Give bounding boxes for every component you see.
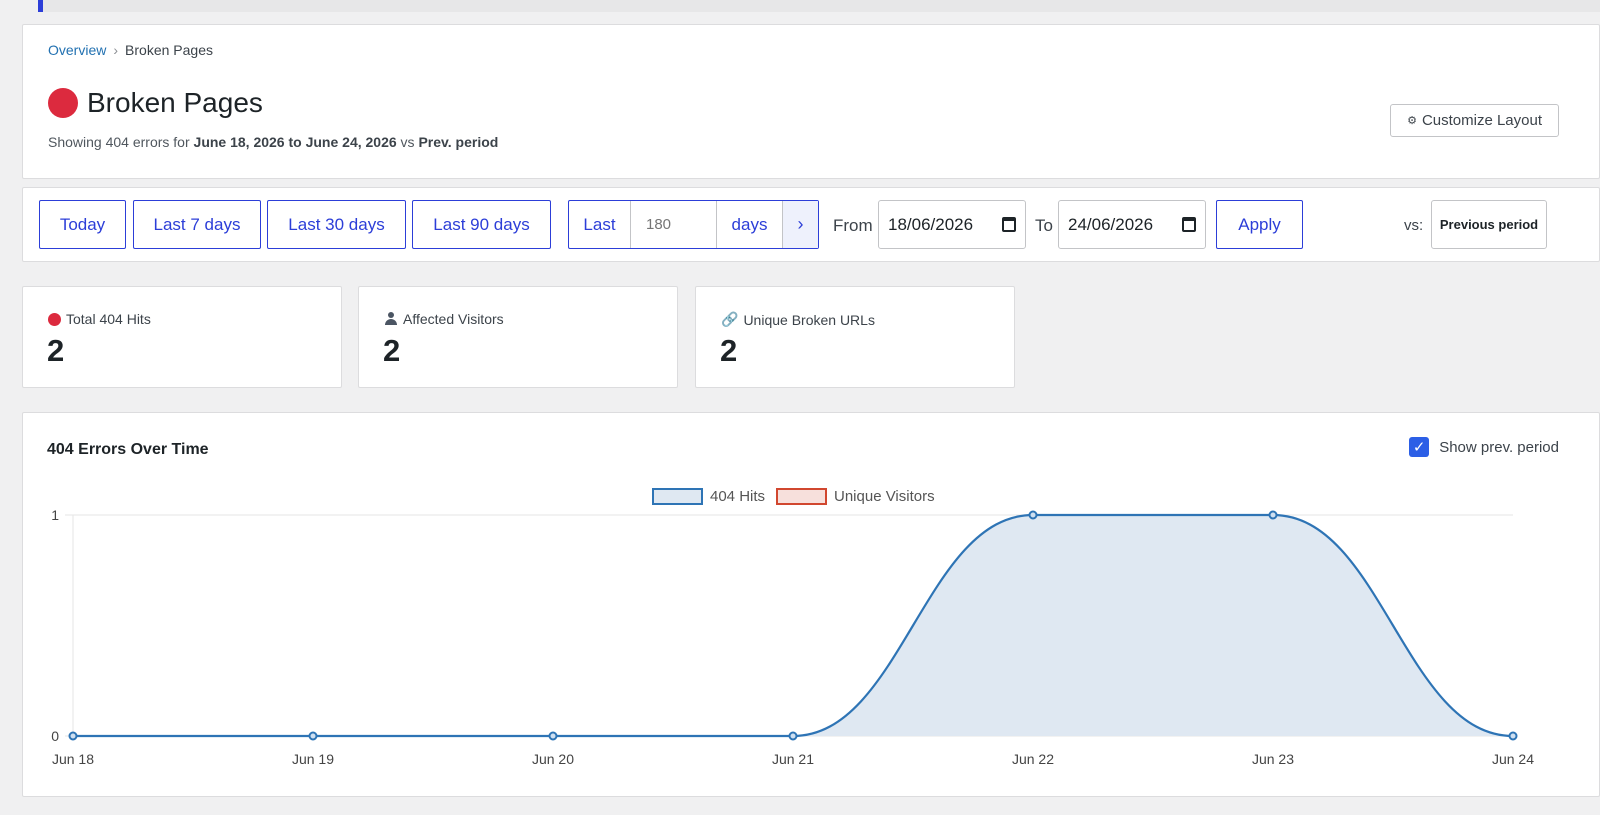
data-point [1508, 731, 1518, 741]
stat-label: Total 404 Hits [66, 311, 151, 327]
x-tick-label: Jun 23 [1252, 751, 1294, 767]
subtitle-compare-period: Prev. period [418, 134, 499, 150]
from-date-input[interactable]: 18/06/2026 [878, 200, 1026, 249]
page-title: Broken Pages [48, 87, 263, 119]
x-tick-label: Jun 19 [292, 751, 334, 767]
last-30-days-button[interactable]: Last 30 days [267, 200, 406, 249]
show-prev-period-toggle[interactable]: ✓ Show prev. period [1409, 437, 1559, 457]
breadcrumb-separator: › [113, 42, 119, 58]
data-point [788, 731, 798, 741]
stat-value: 2 [720, 333, 738, 368]
stat-label: Unique Broken URLs [743, 311, 875, 328]
from-date-value: 18/06/2026 [888, 214, 974, 234]
chart-title: 404 Errors Over Time [47, 441, 209, 458]
stat-label-row: Total 404 Hits [48, 311, 151, 327]
series-area [73, 515, 1513, 736]
data-point [308, 731, 318, 741]
show-prev-period-label: Show prev. period [1439, 438, 1559, 456]
to-date-input[interactable]: 24/06/2026 [1058, 200, 1206, 249]
gear-icon: ⚙ [1407, 115, 1417, 127]
data-point [1268, 510, 1278, 520]
breadcrumb-current: Broken Pages [125, 42, 213, 58]
custom-range-days-label: days [717, 201, 783, 248]
x-tick-label: Jun 20 [532, 751, 574, 767]
page-title-text: Broken Pages [87, 87, 263, 118]
stat-card-unique-urls: 🔗 Unique Broken URLs 2 [695, 286, 1015, 388]
errors-chart: 404 Hits Unique Visitors 0 1 Jun 18 Jun 19 Jun… [51, 488, 1534, 767]
y-tick-label: 1 [51, 507, 59, 523]
legend-swatch [652, 488, 703, 505]
stat-card-total-hits: Total 404 Hits 2 [22, 286, 342, 388]
legend-label: 404 Hits [710, 488, 765, 505]
calendar-icon[interactable] [1002, 217, 1016, 232]
customize-layout-button[interactable]: ⚙ Customize Layout [1390, 104, 1559, 137]
link-icon: 🔗 [721, 311, 739, 327]
customize-layout-label: Customize Layout [1421, 112, 1542, 129]
person-icon [384, 312, 398, 326]
calendar-icon[interactable] [1182, 217, 1196, 232]
stat-label: Affected Visitors [403, 311, 504, 327]
subtitle-vs: vs [396, 134, 419, 150]
x-tick-label: Jun 22 [1012, 751, 1054, 767]
custom-range-last-label: Last [569, 201, 631, 248]
stat-label-row: Affected Visitors [384, 311, 504, 327]
today-button[interactable]: Today [39, 200, 126, 249]
data-point [1028, 510, 1038, 520]
x-tick-label: Jun 21 [772, 751, 814, 767]
to-label: To [1035, 216, 1053, 235]
top-strip [0, 0, 1600, 12]
breadcrumb-overview-link[interactable]: Overview [48, 42, 106, 58]
subtitle-prefix: Showing 404 errors for [48, 134, 194, 150]
chevron-right-icon: › [797, 214, 804, 234]
stat-value: 2 [383, 333, 401, 368]
x-tick-label: Jun 24 [1492, 751, 1534, 767]
last-7-days-button[interactable]: Last 7 days [133, 200, 261, 249]
stat-card-affected-visitors: Affected Visitors 2 [358, 286, 678, 388]
page-subtitle: Showing 404 errors for June 18, 2026 to … [48, 134, 498, 150]
show-prev-period-checkbox[interactable]: ✓ [1409, 437, 1430, 457]
stat-value: 2 [47, 333, 65, 368]
y-tick-label: 0 [51, 728, 59, 744]
to-date-value: 24/06/2026 [1068, 214, 1154, 234]
custom-range-group: Last days › [568, 200, 819, 249]
stat-label-row: 🔗 Unique Broken URLs [721, 311, 875, 328]
from-label: From [833, 216, 873, 235]
compare-period-select[interactable]: Previous period [1431, 200, 1547, 249]
custom-range-go-button[interactable]: › [783, 201, 818, 248]
legend-swatch [776, 488, 827, 505]
date-toolbar: Today Last 7 days Last 30 days Last 90 d… [22, 187, 1600, 262]
header-card: Overview › Broken Pages Broken Pages Sho… [22, 24, 1600, 179]
chart-card: 404 Errors Over Time ✓ Show prev. period… [22, 412, 1600, 797]
vs-label: vs: [1404, 217, 1424, 234]
red-dot-icon [48, 88, 78, 118]
last-90-days-button[interactable]: Last 90 days [412, 200, 551, 249]
data-point [68, 731, 78, 741]
apply-button[interactable]: Apply [1216, 200, 1303, 249]
breadcrumb: Overview › Broken Pages [48, 42, 213, 58]
x-tick-label: Jun 18 [52, 751, 94, 767]
data-point [548, 731, 558, 741]
top-bar [43, 0, 1600, 12]
red-dot-icon [48, 312, 61, 326]
subtitle-date-range: June 18, 2026 to June 24, 2026 [193, 134, 397, 150]
legend-label: Unique Visitors [834, 488, 935, 505]
custom-days-input[interactable] [631, 201, 717, 248]
